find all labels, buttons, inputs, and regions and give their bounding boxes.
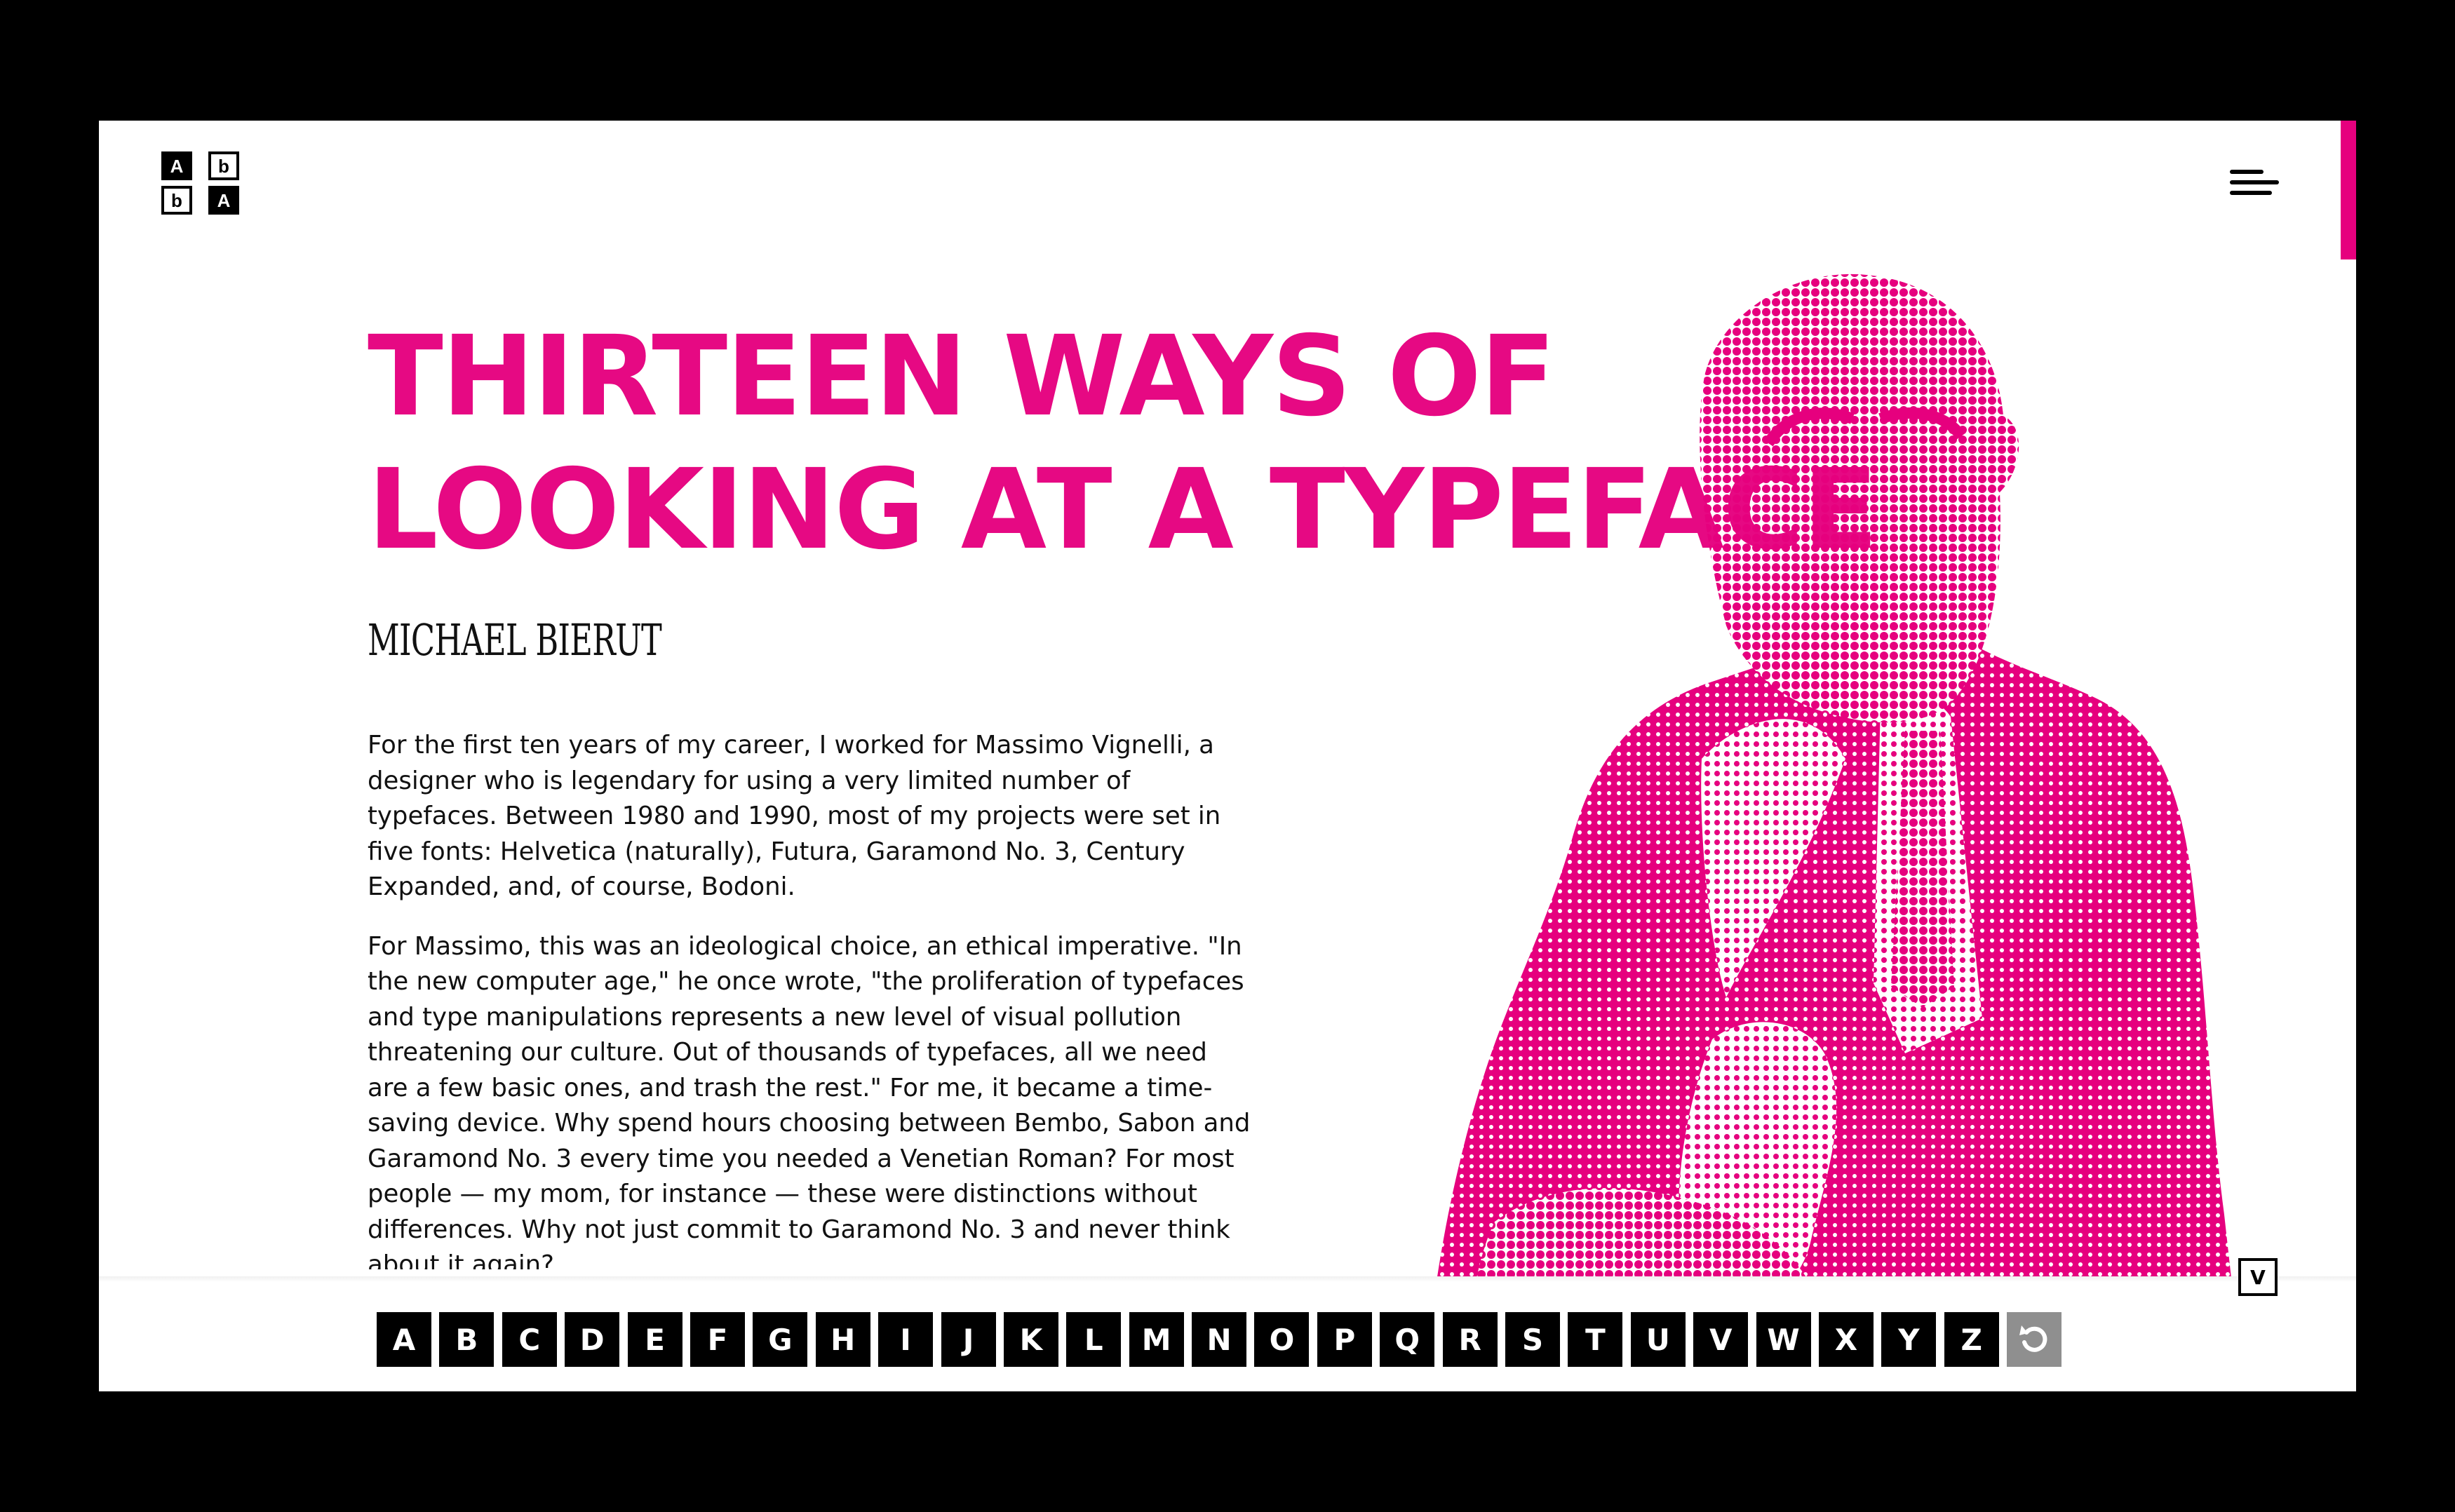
letter-key-c[interactable]: C: [502, 1312, 557, 1367]
page: A b b A THIRTEEN WAYS OF LOOKING AT A TY…: [99, 121, 2356, 1391]
letter-key-g[interactable]: G: [753, 1312, 808, 1367]
letter-key-n[interactable]: N: [1192, 1312, 1247, 1367]
paragraph: For the first ten years of my career, I …: [368, 731, 1221, 901]
letter-key-a[interactable]: A: [377, 1312, 431, 1367]
menu-icon[interactable]: [2230, 167, 2279, 198]
letter-key-w[interactable]: W: [1756, 1312, 1811, 1367]
letter-key-v[interactable]: V: [1693, 1312, 1749, 1367]
letter-key-u[interactable]: U: [1630, 1312, 1686, 1367]
letter-key-e[interactable]: E: [627, 1312, 682, 1367]
letter-key-d[interactable]: D: [565, 1312, 620, 1367]
logo-cell: A: [161, 151, 192, 180]
letter-keys: ABCDEFGHIJKLMNOPQRSTUVWXYZ: [377, 1312, 2062, 1367]
letter-key-b[interactable]: B: [439, 1312, 495, 1367]
letter-key-k[interactable]: K: [1003, 1312, 1058, 1367]
title-line: THIRTEEN WAYS OF: [368, 312, 1556, 441]
logo-cell: b: [208, 151, 239, 180]
letter-key-p[interactable]: P: [1317, 1312, 1372, 1367]
logo-cell: b: [161, 186, 192, 215]
scroll-progress-indicator: [2341, 121, 2356, 259]
letter-key-t[interactable]: T: [1568, 1312, 1623, 1367]
letter-key-q[interactable]: Q: [1380, 1312, 1435, 1367]
paragraph: For Massimo, this was an ideological cho…: [368, 931, 1251, 1270]
scroll-down-button[interactable]: V: [2238, 1258, 2278, 1296]
letter-key-m[interactable]: M: [1129, 1312, 1184, 1367]
divider: [99, 1276, 2356, 1282]
letter-key-f[interactable]: F: [690, 1312, 745, 1367]
reset-icon[interactable]: [2007, 1312, 2062, 1367]
letter-key-z[interactable]: Z: [1944, 1312, 1999, 1367]
letter-key-i[interactable]: I: [878, 1312, 934, 1367]
letter-key-x[interactable]: X: [1818, 1312, 1874, 1367]
article-title: THIRTEEN WAYS OF LOOKING AT A TYPEFACE: [368, 310, 1911, 576]
title-line: LOOKING AT A TYPEFACE: [368, 445, 1878, 574]
letter-key-o[interactable]: O: [1254, 1312, 1310, 1367]
author-name: MICHAEL BIERUT: [368, 614, 662, 666]
letter-key-h[interactable]: H: [815, 1312, 870, 1367]
letter-key-y[interactable]: Y: [1881, 1312, 1937, 1367]
alphabet-navigation: ABCDEFGHIJKLMNOPQRSTUVWXYZ: [99, 1282, 2356, 1391]
letter-key-j[interactable]: J: [941, 1312, 996, 1367]
logo-cell: A: [208, 186, 239, 215]
letter-key-s[interactable]: S: [1505, 1312, 1561, 1367]
letter-key-r[interactable]: R: [1442, 1312, 1498, 1367]
letter-key-l[interactable]: L: [1066, 1312, 1122, 1367]
site-logo[interactable]: A b b A: [161, 151, 241, 215]
article-body: For the first ten years of my career, I …: [368, 728, 1251, 1269]
